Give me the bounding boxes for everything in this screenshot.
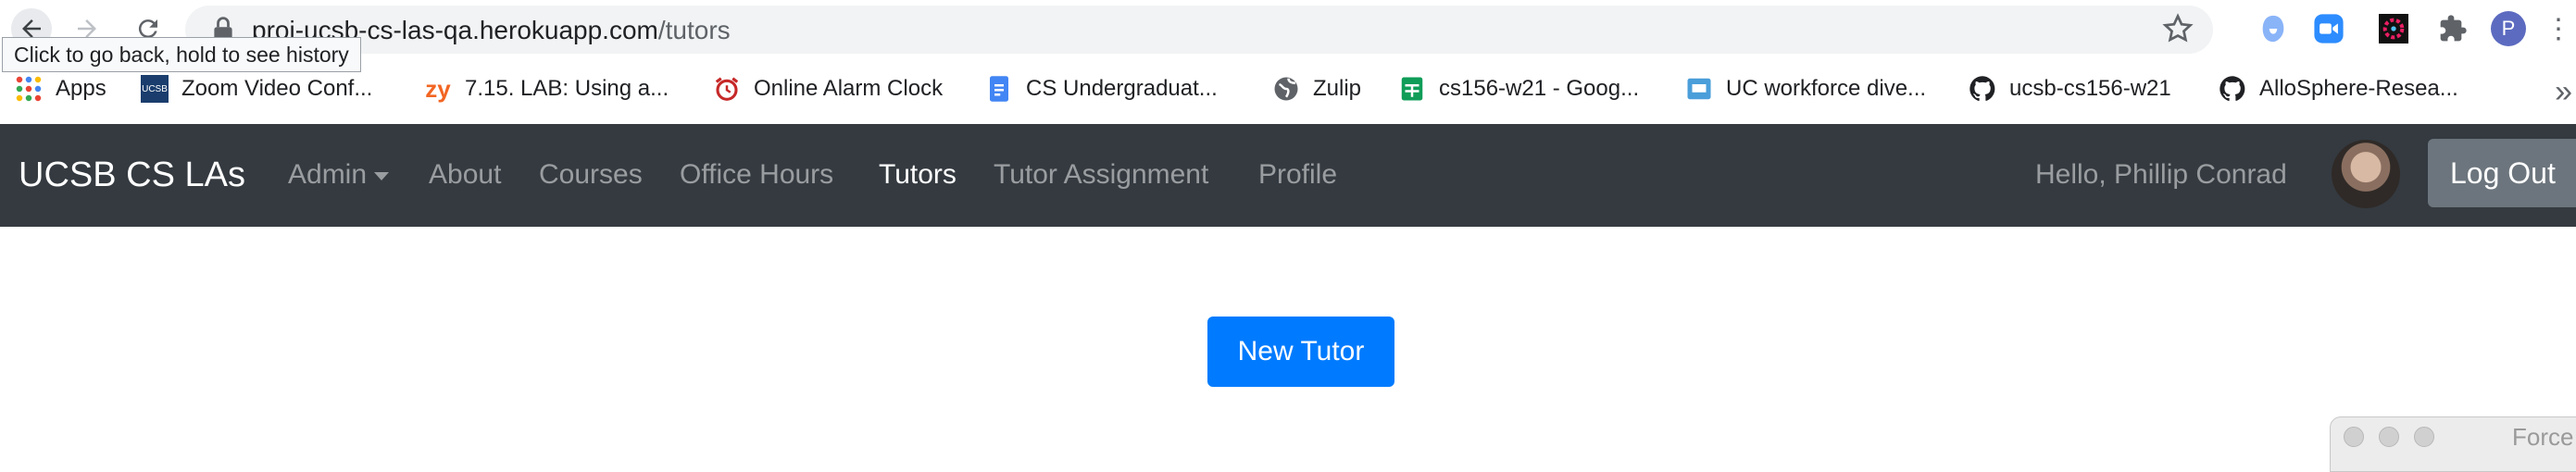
bookmark-ucsb-cs156-w21[interactable]: ucsb-cs156-w21	[1969, 70, 2171, 107]
bookmark-zybooks[interactable]: zy 7.15. LAB: Using a...	[424, 70, 669, 107]
address-bar[interactable]: proj-ucsb-cs-las-qa.herokuapp.com/tutors	[185, 6, 2213, 54]
user-avatar	[2332, 140, 2400, 208]
profile-avatar[interactable]: P	[2491, 11, 2526, 46]
google-slides-icon	[1687, 78, 1711, 100]
bookmark-label: ucsb-cs156-w21	[2009, 76, 2171, 101]
nav-admin-label: Admin	[288, 159, 368, 190]
zybooks-icon: zy	[425, 74, 451, 103]
nav-courses[interactable]: Courses	[539, 159, 643, 191]
bookmark-uc-workforce[interactable]: UC workforce dive...	[1685, 70, 1926, 107]
user-greeting: Hello, Phillip Conrad	[2035, 159, 2287, 190]
window-minimize-icon[interactable]	[2379, 427, 2399, 447]
navbar-brand[interactable]: UCSB CS LAs	[19, 155, 245, 195]
bookmark-zulip[interactable]: Zulip	[1272, 70, 1361, 107]
bookmark-apps[interactable]: Apps	[15, 70, 106, 107]
google-docs-icon	[990, 76, 1008, 102]
bookmark-label: cs156-w21 - Goog...	[1439, 76, 1640, 101]
bookmark-star-icon[interactable]	[2161, 12, 2195, 45]
nav-profile[interactable]: Profile	[1258, 159, 1337, 191]
alarm-clock-icon	[715, 77, 739, 101]
bookmark-label: 7.15. LAB: Using a...	[465, 76, 669, 101]
bookmark-label: Zulip	[1313, 76, 1362, 101]
floating-window-title: Force	[2512, 423, 2574, 451]
nav-tutor-assignment[interactable]: Tutor Assignment	[994, 159, 1208, 191]
bookmark-alarm-clock[interactable]: Online Alarm Clock	[713, 70, 943, 107]
globe-icon	[1274, 77, 1298, 101]
logout-button[interactable]: Log Out	[2428, 139, 2576, 207]
floating-window[interactable]: Force	[2330, 416, 2576, 472]
ucsb-icon: UCSB	[141, 75, 169, 103]
bookmark-zoom[interactable]: UCSB Zoom Video Conf...	[141, 70, 372, 107]
zoom-extension-icon[interactable]	[2311, 11, 2346, 46]
caret-down-icon	[374, 171, 390, 180]
extensions-puzzle-icon[interactable]	[2435, 11, 2470, 46]
google-sheets-icon	[1401, 77, 1423, 101]
nav-about[interactable]: About	[429, 159, 501, 191]
bookmark-cs-undergraduate[interactable]: CS Undergraduat...	[985, 70, 1218, 107]
bookmark-allosphere[interactable]: AlloSphere-Resea...	[2219, 70, 2458, 107]
bookmark-label: CS Undergraduat...	[1026, 76, 1218, 101]
window-zoom-icon[interactable]	[2414, 427, 2434, 447]
github-icon	[1970, 76, 1995, 102]
nav-admin-dropdown[interactable]: Admin	[288, 159, 390, 191]
nav-tutors[interactable]: Tutors	[879, 159, 957, 191]
new-tutor-button[interactable]: New Tutor	[1207, 317, 1394, 387]
nav-office-hours[interactable]: Office Hours	[680, 159, 833, 191]
bookmarks-bar: Apps UCSB Zoom Video Conf... zy 7.15. LA…	[0, 57, 2576, 124]
app-navbar: UCSB CS LAs Admin About Courses Office H…	[0, 124, 2576, 227]
browser-toolbar: proj-ucsb-cs-las-qa.herokuapp.com/tutors…	[0, 0, 2576, 57]
color-picker-extension-icon[interactable]	[2376, 11, 2411, 46]
bookmark-label: AlloSphere-Resea...	[2259, 76, 2458, 101]
bookmark-label: Online Alarm Clock	[754, 76, 944, 101]
bookmarks-overflow-icon[interactable]: »	[2555, 74, 2572, 110]
github-icon	[2220, 76, 2245, 102]
bookmark-label: Zoom Video Conf...	[181, 76, 373, 101]
bookmark-cs156-sheet[interactable]: cs156-w21 - Goog...	[1398, 70, 1639, 107]
url-path: /tutors	[657, 16, 731, 44]
apps-grid-icon	[16, 76, 42, 102]
bookmark-label: UC workforce dive...	[1726, 76, 1927, 101]
back-tooltip: Click to go back, hold to see history	[2, 37, 361, 72]
extension-shield-icon[interactable]	[2256, 11, 2291, 46]
bookmark-label: Apps	[56, 76, 106, 101]
window-close-icon[interactable]	[2344, 427, 2364, 447]
browser-menu-icon[interactable]: ⋮	[2541, 11, 2576, 46]
